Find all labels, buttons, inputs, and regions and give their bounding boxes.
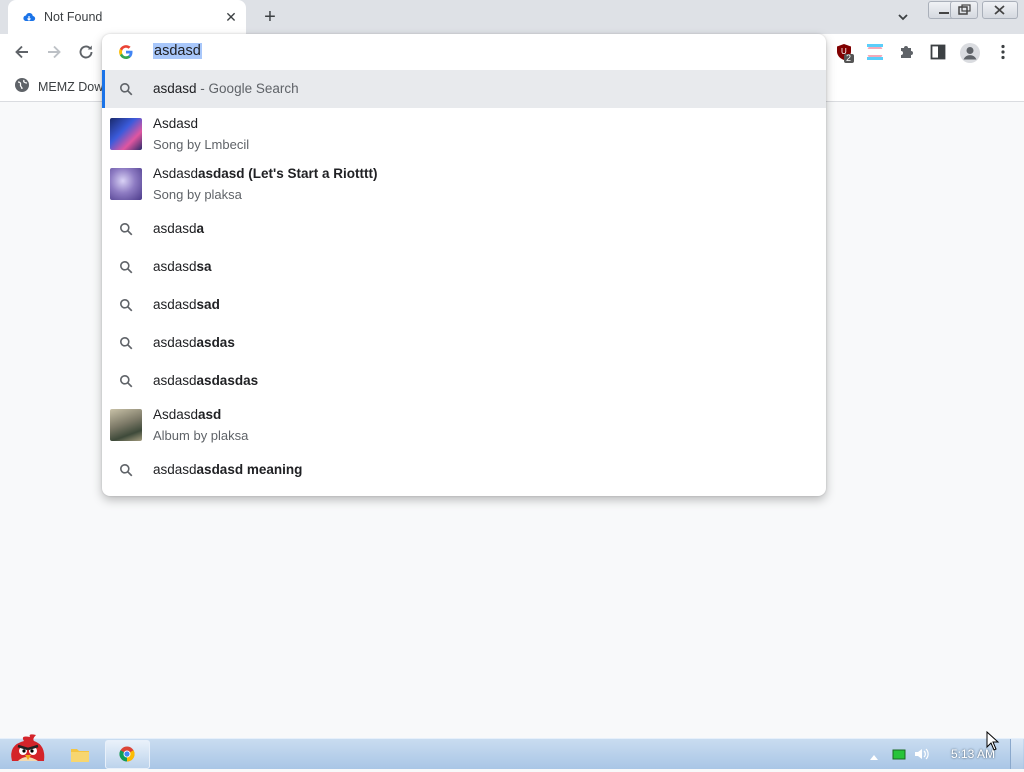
new-tab-button[interactable]: + bbox=[258, 6, 282, 28]
file-explorer-icon[interactable] bbox=[70, 745, 90, 763]
close-tab-icon[interactable]: ✕ bbox=[222, 8, 240, 26]
tab-strip: Not Found ✕ + bbox=[0, 0, 1024, 34]
chrome-taskbar-button[interactable] bbox=[105, 740, 150, 769]
omnibox-input[interactable]: asdasd bbox=[153, 43, 202, 59]
flag-extension-icon[interactable] bbox=[865, 42, 885, 62]
search-icon bbox=[119, 82, 133, 96]
suggestion-separator: - bbox=[196, 81, 209, 96]
extension-badge: 2 bbox=[846, 53, 852, 63]
page-content bbox=[0, 102, 1024, 738]
mouse-cursor-icon bbox=[986, 730, 1000, 751]
ublock-icon[interactable]: U 2 bbox=[835, 42, 855, 63]
volume-icon[interactable] bbox=[914, 747, 930, 761]
forward-icon[interactable] bbox=[44, 42, 64, 62]
restore-button[interactable] bbox=[950, 1, 978, 19]
address-bar[interactable]: asdasd bbox=[102, 34, 826, 70]
menu-icon[interactable] bbox=[993, 42, 1013, 62]
suggestion-description: Google Search bbox=[208, 81, 299, 96]
puzzle-icon[interactable] bbox=[897, 42, 917, 62]
reload-icon[interactable] bbox=[76, 42, 96, 62]
show-desktop-button[interactable] bbox=[1010, 739, 1023, 769]
globe-icon bbox=[14, 77, 30, 96]
cloud-icon bbox=[22, 10, 36, 24]
bookmark-label: MEMZ Down bbox=[38, 79, 111, 94]
tab-title: Not Found bbox=[44, 10, 103, 24]
tab-active[interactable]: Not Found ✕ bbox=[8, 0, 246, 34]
start-button-angry-bird-icon[interactable] bbox=[4, 731, 48, 769]
tab-search-icon[interactable] bbox=[893, 7, 913, 27]
profile-avatar-icon[interactable] bbox=[959, 42, 980, 63]
bookmark-memz[interactable]: MEMZ Down bbox=[14, 77, 110, 96]
close-window-button[interactable] bbox=[982, 1, 1018, 19]
suggestion-text: asdasd bbox=[153, 81, 197, 96]
google-icon bbox=[118, 44, 134, 60]
taskbar: 5:13 AM bbox=[0, 734, 1024, 769]
show-hidden-icons-icon[interactable] bbox=[869, 749, 879, 760]
back-icon[interactable] bbox=[12, 42, 32, 62]
chrome-icon bbox=[119, 746, 135, 762]
side-panel-icon[interactable] bbox=[928, 42, 948, 62]
network-icon[interactable] bbox=[892, 748, 906, 760]
